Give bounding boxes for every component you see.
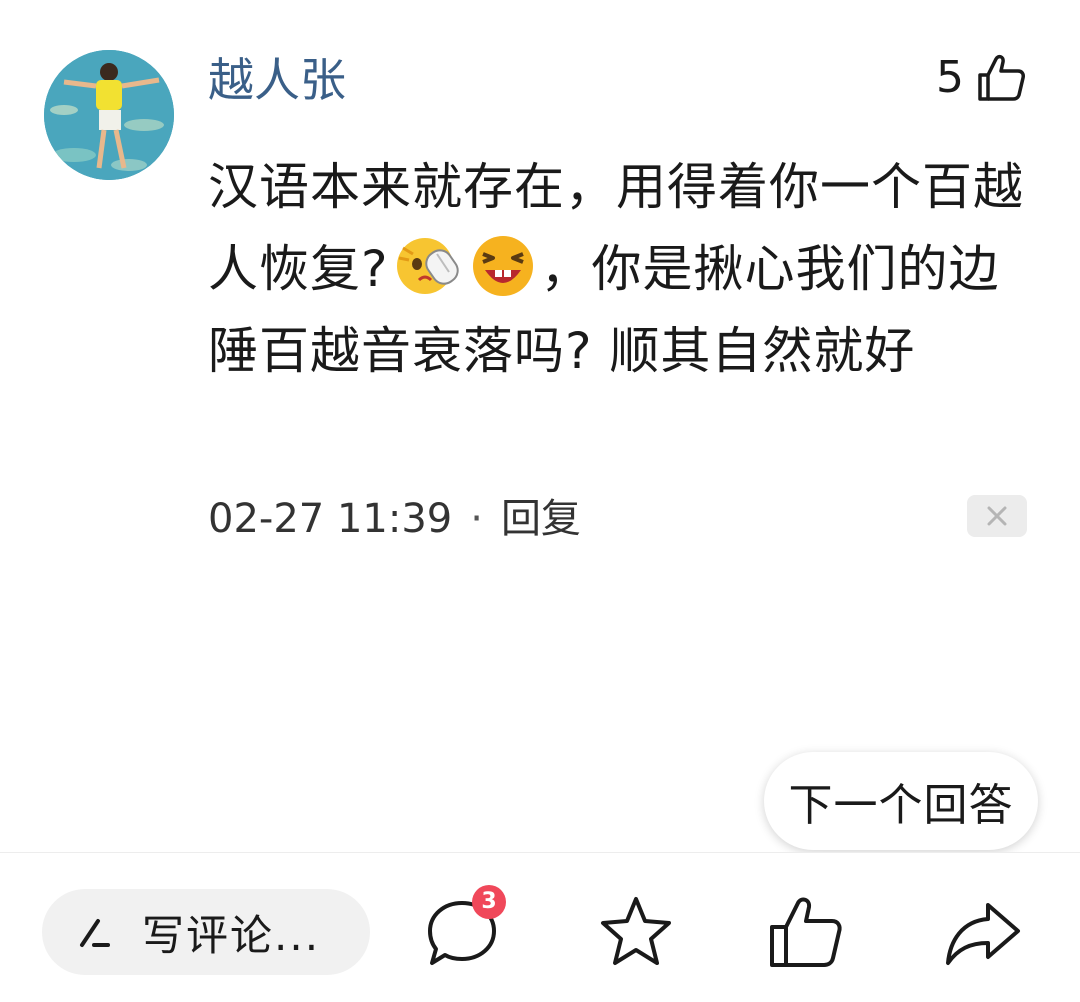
comment-like-button[interactable]: 5: [936, 48, 1028, 108]
avatar[interactable]: [44, 50, 174, 180]
comment-timestamp: 02-27 11:39: [208, 496, 453, 542]
laughing-face-emoji: [472, 236, 533, 296]
close-icon: [987, 506, 1007, 526]
author-name[interactable]: 越人张: [208, 50, 346, 110]
comment-text: 汉语本来就存在，用得着你一个百越人恢复? ，你是揪心我们的边陲百越音衰落吗? 顺…: [208, 146, 1038, 392]
share-icon[interactable]: [940, 891, 1024, 975]
pen-icon: [80, 919, 110, 947]
reply-button[interactable]: 回复: [501, 492, 581, 546]
thumbs-up-icon: [978, 54, 1025, 101]
slap-face-emoji: [396, 238, 459, 294]
thumbs-up-icon[interactable]: [764, 891, 848, 975]
like-count: 5: [936, 52, 964, 103]
bottom-action-bar: 写评论... 3: [0, 852, 1080, 1002]
star-icon[interactable]: [594, 891, 678, 975]
avatar-image: [44, 50, 174, 180]
next-answer-button[interactable]: 下一个回答: [764, 752, 1038, 850]
comment-count-badge: 3: [472, 885, 506, 919]
dismiss-button[interactable]: [967, 495, 1027, 537]
write-comment-label: 写评论...: [142, 910, 321, 960]
write-comment-input[interactable]: 写评论...: [42, 889, 370, 975]
meta-separator: ·: [470, 496, 483, 542]
answer-comment-page: 越人张 5 汉语本来就存在，用得着你一个百越人恢复? ，你是揪心我们的边陲百越音…: [0, 0, 1080, 1002]
comment-meta: 02-27 11:39 · 回复: [208, 492, 581, 546]
